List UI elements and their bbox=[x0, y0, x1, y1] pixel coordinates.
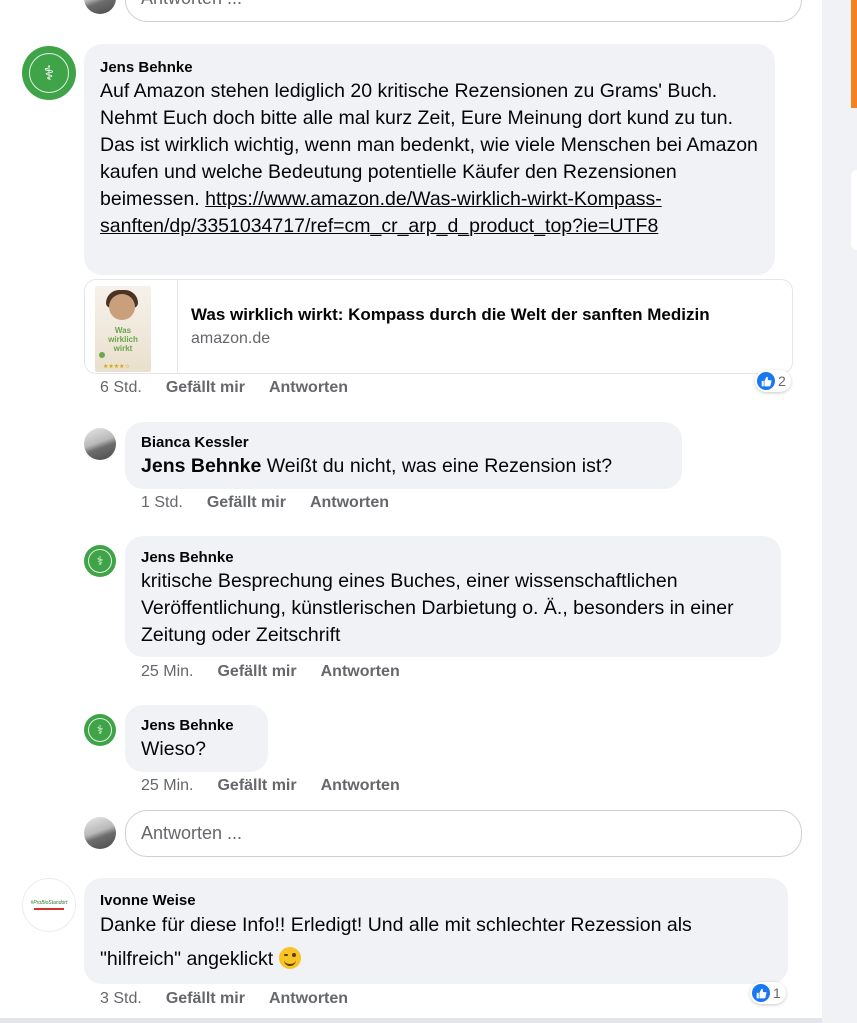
reaction-number: 1 bbox=[773, 985, 781, 1001]
book-cover-image: Was wirklich wirkt ★★★★☆ bbox=[95, 286, 151, 372]
comment-author[interactable]: Jens Behnke bbox=[141, 716, 252, 736]
reply-button[interactable]: Antworten bbox=[321, 663, 400, 681]
reply-input[interactable]: Antworten ... bbox=[125, 810, 802, 857]
comment-author[interactable]: Jens Behnke bbox=[100, 58, 759, 78]
reply-button[interactable]: Antworten bbox=[269, 379, 348, 397]
card-domain: amazon.de bbox=[191, 330, 271, 347]
caduceus-logo-icon: ⚕ bbox=[88, 718, 112, 742]
side-panel-edge bbox=[851, 170, 857, 250]
like-button[interactable]: Gefällt mir bbox=[207, 494, 286, 512]
reply-input-top[interactable]: Antworten ... bbox=[125, 0, 802, 22]
comment-text: Auf Amazon stehen lediglich 20 kritische… bbox=[100, 80, 758, 237]
comment-bubble: Jens Behnke kritische Besprechung eines … bbox=[125, 536, 781, 657]
comment-actions: 3 Std. Gefällt mir Antworten bbox=[100, 990, 348, 1008]
right-sidebar bbox=[822, 0, 857, 1023]
like-button[interactable]: Gefällt mir bbox=[217, 777, 296, 795]
reply-button[interactable]: Antworten bbox=[321, 777, 400, 795]
comment-time[interactable]: 3 Std. bbox=[100, 990, 142, 1008]
comment-time[interactable]: 6 Std. bbox=[100, 379, 142, 397]
reaction-count[interactable]: 2 bbox=[755, 370, 791, 392]
comment-actions: 1 Std. Gefällt mir Antworten bbox=[141, 494, 389, 512]
thumbs-up-icon bbox=[757, 372, 775, 390]
like-button[interactable]: Gefällt mir bbox=[217, 663, 296, 681]
ivonne-weise-avatar[interactable]: #ProBioStandort bbox=[22, 878, 76, 932]
comment-text: Jens Behnke Weißt du nicht, was eine Rez… bbox=[141, 455, 613, 477]
card-title: Was wirklich wirkt: Kompass durch die We… bbox=[191, 305, 710, 324]
user-avatar[interactable] bbox=[84, 817, 116, 849]
reaction-number: 2 bbox=[778, 373, 786, 389]
comment-actions: 25 Min. Gefällt mir Antworten bbox=[141, 663, 400, 681]
jens-behnke-avatar[interactable]: ⚕ bbox=[84, 714, 116, 746]
comment-text: Wieso? bbox=[141, 738, 207, 760]
jens-behnke-avatar[interactable]: ⚕ bbox=[22, 46, 76, 100]
mention-link[interactable]: Jens Behnke bbox=[141, 455, 261, 477]
comment-time[interactable]: 25 Min. bbox=[141, 777, 193, 795]
comments-thread: Antworten ... ⚕ Jens Behnke Auf Amazon s… bbox=[0, 0, 822, 1023]
winking-face-emoji bbox=[278, 947, 301, 969]
comment-bubble: Bianca Kessler Jens Behnke Weißt du nich… bbox=[125, 422, 682, 489]
accent-strip bbox=[851, 0, 857, 108]
comment-text: Danke für diese Info!! Erledigt! Und all… bbox=[100, 914, 692, 970]
comment-bubble: Ivonne Weise Danke für diese Info!! Erle… bbox=[84, 878, 788, 984]
comment-bubble: Jens Behnke Wieso? bbox=[125, 705, 268, 772]
reply-button[interactable]: Antworten bbox=[310, 494, 389, 512]
link-preview-card[interactable]: Was wirklich wirkt ★★★★☆ Was wirklich wirk… bbox=[84, 279, 793, 374]
reaction-count[interactable]: 1 bbox=[750, 982, 786, 1004]
avatar-logo-text: #ProBioStandort bbox=[30, 900, 68, 906]
like-button[interactable]: Gefällt mir bbox=[166, 379, 245, 397]
divider bbox=[0, 1018, 822, 1023]
jens-behnke-avatar[interactable]: ⚕ bbox=[84, 545, 116, 577]
thumbs-up-icon bbox=[752, 984, 770, 1002]
comment-author[interactable]: Bianca Kessler bbox=[141, 433, 666, 453]
comment-text: kritische Besprechung eines Buches, eine… bbox=[141, 570, 734, 646]
bianca-kessler-avatar[interactable] bbox=[84, 428, 116, 460]
comment-time[interactable]: 1 Std. bbox=[141, 494, 183, 512]
like-button[interactable]: Gefällt mir bbox=[166, 990, 245, 1008]
comment-author[interactable]: Jens Behnke bbox=[141, 548, 765, 568]
caduceus-logo-icon: ⚕ bbox=[29, 53, 69, 93]
comment-actions: 25 Min. Gefällt mir Antworten bbox=[141, 777, 400, 795]
comment-bubble: Jens Behnke Auf Amazon stehen lediglich … bbox=[84, 44, 775, 275]
reply-placeholder: Antworten ... bbox=[141, 0, 242, 9]
reply-placeholder: Antworten ... bbox=[141, 823, 243, 843]
user-avatar[interactable] bbox=[84, 0, 116, 14]
reply-button[interactable]: Antworten bbox=[269, 990, 348, 1008]
caduceus-logo-icon: ⚕ bbox=[88, 549, 112, 573]
comment-time[interactable]: 25 Min. bbox=[141, 663, 193, 681]
comment-actions: 6 Std. Gefällt mir Antworten bbox=[100, 379, 348, 397]
